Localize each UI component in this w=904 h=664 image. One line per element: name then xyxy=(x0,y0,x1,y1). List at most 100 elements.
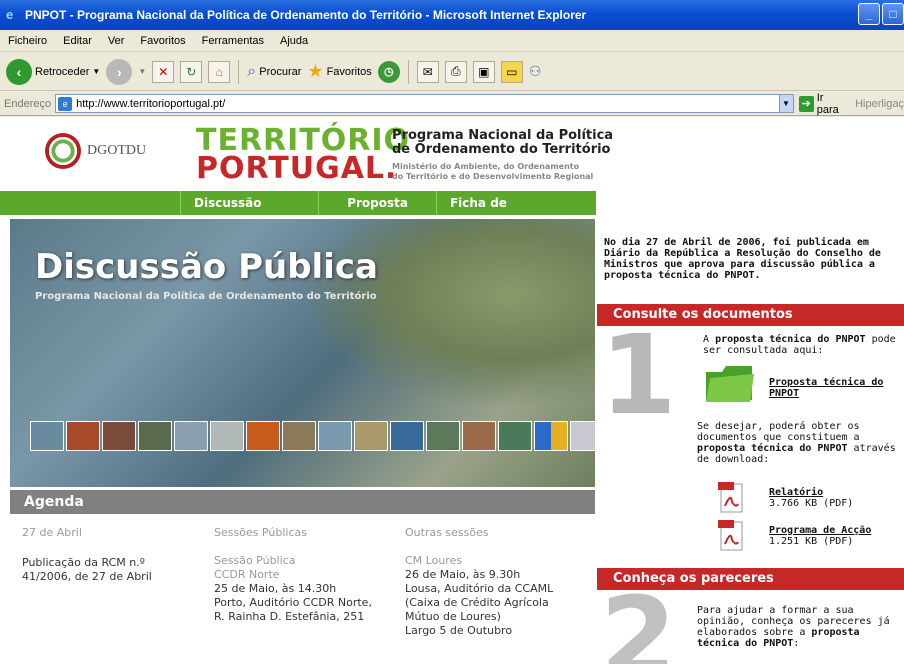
favorites-label: Favoritos xyxy=(326,65,372,78)
home-button[interactable]: ⌂ xyxy=(208,60,231,83)
chevron-down-icon[interactable]: ▼ xyxy=(778,95,793,112)
photo-thumb xyxy=(570,421,595,451)
agenda-col-1: 27 de Abril Publicação da RCM n.º 41/200… xyxy=(22,526,152,584)
stop-button[interactable]: ✕ xyxy=(152,60,175,83)
address-field[interactable]: e http://www.territorioportugal.pt/ ▼ xyxy=(55,94,794,113)
s1-download-text: Se desejar, poderá obter os documentos q… xyxy=(697,421,896,465)
ministry-line1: Ministério do Ambiente, do Ordenamento xyxy=(392,162,580,171)
agenda-text: R. Rainha D. Estefânia, 251 xyxy=(214,610,365,623)
chevron-down-icon: ▼ xyxy=(92,67,101,76)
menu-ver[interactable]: Ver xyxy=(108,35,125,47)
address-label: Endereço xyxy=(4,97,52,110)
hero-subtitle: Programa Nacional da Política de Ordenam… xyxy=(35,291,377,302)
folder-button[interactable]: ▭ xyxy=(500,60,523,83)
menu-bar: Ficheiro Editar Ver Favoritos Ferramenta… xyxy=(0,30,904,52)
links-label[interactable]: Hiperligaç xyxy=(855,98,904,110)
dgotdu-logo-mark xyxy=(45,133,81,169)
go-label: Ir para xyxy=(816,91,839,116)
agenda-text: 26 de Maio, às 9.30h xyxy=(405,568,521,581)
toolbar-separator xyxy=(407,59,409,84)
relatorio-size: 3.766 KB (PDF) xyxy=(769,498,854,509)
agenda-date: 27 de Abril xyxy=(22,526,82,539)
window-title: PNPOT - Programa Nacional da Política de… xyxy=(25,8,587,22)
print-button[interactable]: ⎙ xyxy=(444,60,467,83)
photo-thumb xyxy=(102,421,136,451)
proposta-tecnica-link[interactable]: Proposta técnica do PNPOT xyxy=(769,377,899,399)
folder-icon[interactable] xyxy=(704,362,756,404)
agenda-text: Publicação da RCM n.º xyxy=(22,556,145,569)
session-title[interactable]: CM Loures xyxy=(405,554,553,568)
menu-editar[interactable]: Editar xyxy=(63,35,92,47)
browser-toolbar: ‹ Retroceder ▼ › ▼ ✕ ↻ ⌂ ⌕ Procurar ★ Fa… xyxy=(0,53,904,91)
history-button[interactable]: ◷ xyxy=(377,60,400,83)
section-number-2: 2 xyxy=(600,573,677,664)
dgotdu-logo[interactable]: DGOTDU xyxy=(45,133,146,169)
agenda-col-3: Outras sessões CM Loures 26 de Maio, às … xyxy=(405,526,553,638)
session-subtitle: CCDR Norte xyxy=(214,568,280,581)
agenda-text: 41/2006, de 27 de Abril xyxy=(22,570,152,583)
s1-intro: A proposta técnica do PNPOT pode ser con… xyxy=(703,334,896,356)
minimize-button[interactable]: _ xyxy=(858,3,880,25)
photo-thumb xyxy=(462,421,496,451)
agenda-text: Porto, Auditório CCDR Norte, xyxy=(214,596,372,609)
refresh-button[interactable]: ↻ xyxy=(180,60,203,83)
ministry-line2: do Território e do Desenvolvimento Regio… xyxy=(392,172,594,181)
window-titlebar: e PNPOT - Programa Nacional da Política … xyxy=(0,0,904,30)
photo-thumb xyxy=(282,421,316,451)
nav-ficha-participacao[interactable]: Ficha de Participação xyxy=(435,191,596,234)
chevron-down-icon: ▼ xyxy=(138,67,147,76)
session-title[interactable]: Sessão Pública xyxy=(214,554,372,568)
search-button[interactable]: ⌕ Procurar xyxy=(247,63,301,81)
photo-thumb xyxy=(426,421,460,451)
maximize-button[interactable]: □ xyxy=(882,3,904,25)
star-icon: ★ xyxy=(307,61,324,81)
agenda-text: (Caixa de Crédito Agrícola xyxy=(405,596,549,609)
logo-line2: PORTUGAL. xyxy=(196,151,398,186)
favorites-button[interactable]: ★ Favoritos xyxy=(307,61,371,82)
menu-favoritos[interactable]: Favoritos xyxy=(140,35,185,47)
go-arrow-icon: ➔ xyxy=(798,95,814,112)
pnpot-heading: Programa Nacional da Política de Ordenam… xyxy=(392,129,613,157)
ie-icon: e xyxy=(6,7,14,22)
photo-thumb xyxy=(318,421,352,451)
agenda-heading: Outras sessões xyxy=(405,526,489,539)
menu-ajuda[interactable]: Ajuda xyxy=(280,35,308,47)
agenda-text: Mútuo de Loures) xyxy=(405,610,501,623)
search-label: Procurar xyxy=(259,65,302,78)
search-icon: ⌕ xyxy=(247,62,257,80)
agenda-text: Largo 5 de Outubro xyxy=(405,624,513,637)
pdf-icon[interactable] xyxy=(718,520,744,552)
agenda-heading: Sessões Públicas xyxy=(214,526,307,539)
photo-thumb xyxy=(534,421,568,451)
photo-thumb xyxy=(138,421,172,451)
programa-accao-link[interactable]: Programa de Acção xyxy=(769,525,871,536)
forward-button[interactable]: › xyxy=(106,58,133,85)
mail-button[interactable]: ✉ xyxy=(416,60,439,83)
toolbar-separator xyxy=(238,59,240,84)
edit-button[interactable]: ▣ xyxy=(472,60,495,83)
territorio-portugal-logo[interactable]: TERRITÓRIO PORTUGAL. xyxy=(196,126,410,186)
menu-ficheiro[interactable]: Ficheiro xyxy=(8,35,47,47)
go-button[interactable]: ➔ Ir para xyxy=(798,91,848,116)
nav-proposta[interactable]: Proposta xyxy=(318,191,436,215)
photo-thumb xyxy=(66,421,100,451)
agenda-text: 25 de Maio, às 14.30h xyxy=(214,582,337,595)
photo-thumb xyxy=(210,421,244,451)
ministry-text: Ministério do Ambiente, do Ordenamento d… xyxy=(392,162,593,182)
programa-accao-size: 1.251 KB (PDF) xyxy=(769,536,854,547)
photo-thumb xyxy=(246,421,280,451)
pdf-icon[interactable] xyxy=(718,482,744,514)
messenger-icon[interactable]: ⚇ xyxy=(529,63,542,80)
s2-text: Para ajudar a formar a sua opinião, conh… xyxy=(697,605,890,649)
relatorio-link[interactable]: Relatório xyxy=(769,487,823,498)
back-arrow-icon: ‹ xyxy=(6,58,32,85)
agenda-col-2: Sessões Públicas Sessão Pública CCDR Nor… xyxy=(214,526,372,624)
page-content: DGOTDU TERRITÓRIO PORTUGAL. Programa Nac… xyxy=(0,117,904,664)
photo-thumb xyxy=(30,421,64,451)
dgotdu-text: DGOTDU xyxy=(87,143,147,158)
nav-discussao-publica[interactable]: Discussão Pública xyxy=(180,191,318,234)
pnpot-line2: de Ordenamento do Território xyxy=(392,142,611,157)
hero-title: Discussão Pública xyxy=(35,247,378,287)
menu-ferramentas[interactable]: Ferramentas xyxy=(202,35,264,47)
back-button[interactable]: ‹ Retroceder ▼ xyxy=(6,58,101,85)
